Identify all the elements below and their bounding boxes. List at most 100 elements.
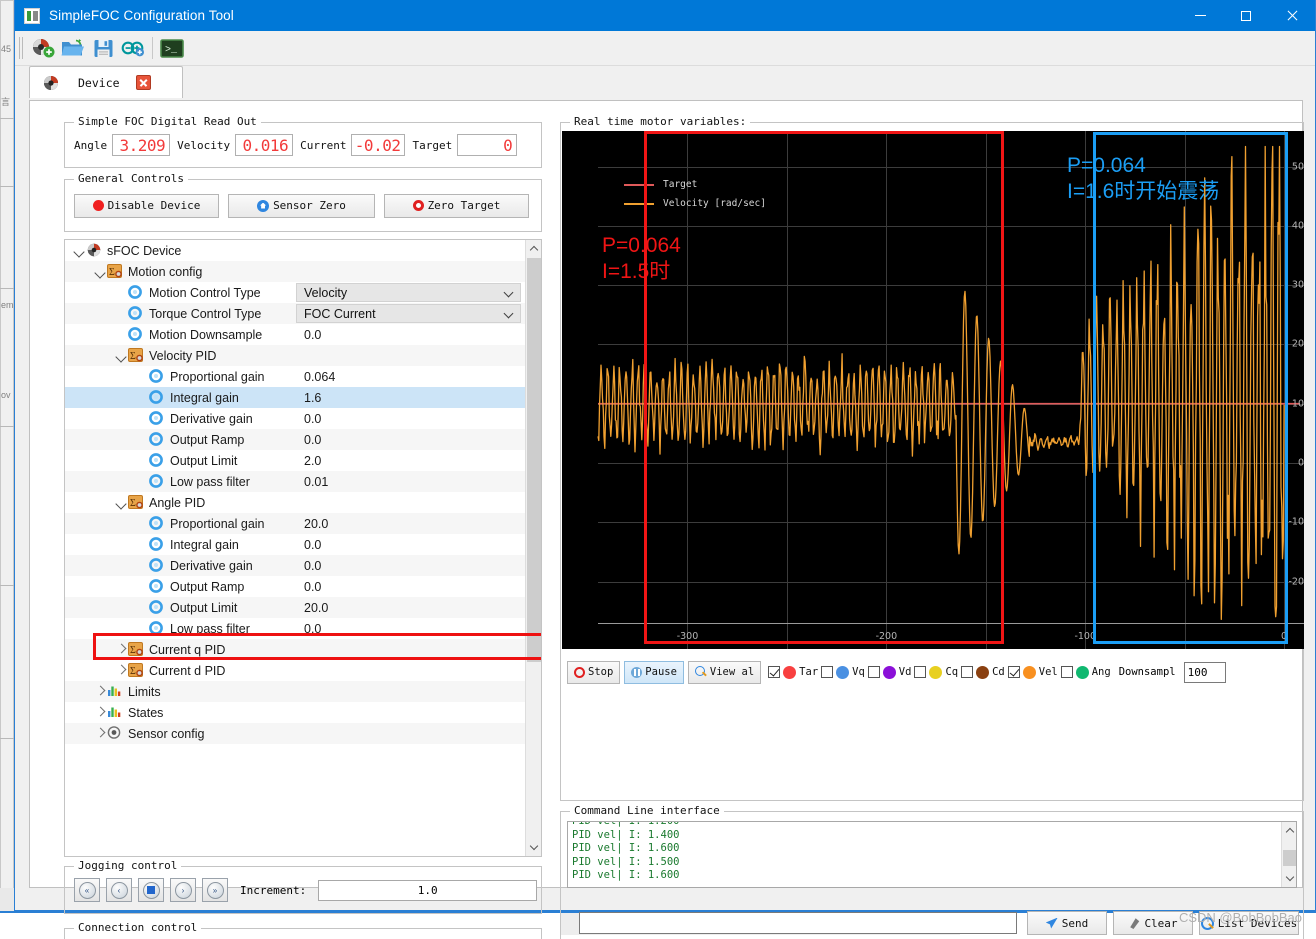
- chevron-right-icon[interactable]: [115, 664, 128, 677]
- checkbox-tar[interactable]: [768, 666, 781, 678]
- signal-toggle-vel[interactable]: Vel: [1007, 665, 1058, 679]
- tab-close-icon[interactable]: [135, 75, 151, 90]
- tree-node-motion-config[interactable]: Σ Motion config: [65, 261, 526, 282]
- view-all-button[interactable]: View al: [687, 660, 762, 684]
- tree-node-value[interactable]: 0.0: [304, 580, 321, 594]
- add-device-icon[interactable]: [28, 33, 58, 63]
- scroll-up-icon[interactable]: [526, 240, 541, 257]
- checkbox-vd[interactable]: [867, 666, 880, 678]
- cli-scroll-thumb[interactable]: [1283, 850, 1296, 866]
- zero-target-button[interactable]: Zero Target: [384, 193, 529, 218]
- tree-node-value[interactable]: 0.01: [304, 475, 328, 489]
- sensor-zero-button[interactable]: Sensor Zero: [228, 193, 375, 218]
- realtime-chart[interactable]: 50 40 30 20 10 0 -10 -20 -300 -200 -100 0 Target V…: [562, 131, 1304, 649]
- tree-node-torque-control-type[interactable]: Torque Control Type FOC Current: [65, 303, 526, 324]
- send-button[interactable]: Send: [1027, 911, 1107, 935]
- tree-node-derivative-gain[interactable]: Derivative gain 0.0: [65, 555, 526, 576]
- signal-toggle-vq[interactable]: Vq: [821, 665, 865, 679]
- tree-node-value[interactable]: 20.0: [304, 517, 328, 531]
- cli-scrollbar[interactable]: [1281, 822, 1296, 887]
- checkbox-cd[interactable]: [961, 666, 974, 678]
- pause-button[interactable]: Pause: [624, 660, 684, 684]
- signal-toggle-ang[interactable]: Ang: [1060, 665, 1111, 679]
- tree-node-proportional-gain[interactable]: Proportional gain 0.064: [65, 366, 526, 387]
- jog-stop-button[interactable]: [138, 878, 164, 902]
- tree-node-motion-downsample[interactable]: Motion Downsample 0.0: [65, 324, 526, 345]
- jog-back-button[interactable]: ‹: [106, 878, 132, 902]
- cli-scroll-down-icon[interactable]: [1282, 870, 1296, 887]
- signal-toggle-vd[interactable]: Vd: [867, 665, 911, 679]
- tree-node-output-ramp[interactable]: Output Ramp 0.0: [65, 429, 526, 450]
- save-file-icon[interactable]: [88, 33, 118, 63]
- stop-button[interactable]: Stop: [567, 660, 621, 684]
- open-file-icon[interactable]: [58, 33, 88, 63]
- signal-toggle-cq[interactable]: Cq: [914, 665, 958, 679]
- tree-node-motion-control-type[interactable]: Motion Control Type Velocity: [65, 282, 526, 303]
- chevron-right-icon[interactable]: [115, 643, 128, 656]
- tree-node-dropdown[interactable]: FOC Current: [296, 304, 521, 323]
- jog-forward-button[interactable]: ›: [170, 878, 196, 902]
- jog-fast-back-button[interactable]: «: [74, 878, 100, 902]
- config-tree[interactable]: sFOC Device Σ Motion config Motion Control …: [64, 239, 542, 857]
- tree-node-value[interactable]: 20.0: [304, 601, 328, 615]
- minimize-button[interactable]: [1177, 0, 1223, 31]
- terminal-icon[interactable]: >_: [157, 33, 187, 63]
- tab-device[interactable]: Device: [29, 66, 183, 98]
- tree-node-value[interactable]: 0.0: [304, 622, 321, 636]
- chevron-right-icon[interactable]: [94, 685, 107, 698]
- checkbox-vel[interactable]: [1007, 666, 1020, 678]
- increment-input[interactable]: 1.0: [318, 879, 538, 901]
- tree-node-output-ramp[interactable]: Output Ramp 0.0: [65, 576, 526, 597]
- chevron-down-icon[interactable]: [115, 349, 128, 362]
- tree-node-value[interactable]: 2.0: [304, 454, 321, 468]
- checkbox-ang[interactable]: [1060, 666, 1073, 678]
- tree-node-output-limit[interactable]: Output Limit 20.0: [65, 597, 526, 618]
- downsample-input[interactable]: 100: [1183, 661, 1226, 683]
- tree-node-low-pass-filter[interactable]: Low pass filter 0.0: [65, 618, 526, 639]
- tree-node-value[interactable]: 0.0: [304, 433, 321, 447]
- chevron-down-icon[interactable]: [73, 244, 86, 257]
- tree-node-proportional-gain[interactable]: Proportional gain 20.0: [65, 513, 526, 534]
- cli-scroll-up-icon[interactable]: [1282, 822, 1296, 839]
- jog-fast-forward-button[interactable]: »: [202, 878, 228, 902]
- tree-node-dropdown[interactable]: Velocity: [296, 283, 521, 302]
- tree-node-value[interactable]: 0.0: [304, 328, 321, 342]
- chevron-down-icon[interactable]: [115, 496, 128, 509]
- tree-node-value[interactable]: 0.0: [304, 412, 321, 426]
- tree-node-value[interactable]: 0.0: [304, 538, 321, 552]
- tree-node-integral-gain[interactable]: Integral gain 0.0: [65, 534, 526, 555]
- checkbox-cq[interactable]: [914, 666, 927, 678]
- tree-scroll-thumb[interactable]: [527, 258, 541, 662]
- signal-toggle-cd[interactable]: Cd: [961, 665, 1005, 679]
- tree-node-value[interactable]: 1.6: [304, 391, 321, 405]
- close-button[interactable]: [1269, 0, 1315, 31]
- tree-node-limits[interactable]: Limits: [65, 681, 526, 702]
- disable-device-button[interactable]: Disable Device: [74, 193, 219, 218]
- tree-node-output-limit[interactable]: Output Limit 2.0: [65, 450, 526, 471]
- tree-node-current-q-pid[interactable]: Σ Current q PID: [65, 639, 526, 660]
- cli-output[interactable]: PID vel| I: 1.200 PID vel| I: 1.400 PID ve…: [567, 821, 1297, 888]
- tree-node-value[interactable]: 0.0: [304, 559, 321, 573]
- scroll-down-icon[interactable]: [526, 839, 541, 856]
- tree-node-current-d-pid[interactable]: Σ Current d PID: [65, 660, 526, 681]
- tree-node-integral-gain[interactable]: Integral gain 1.6: [65, 387, 526, 408]
- cli-input[interactable]: [579, 912, 1017, 934]
- tree-node-value[interactable]: 0.064: [304, 370, 335, 384]
- tree-node-sensor-config[interactable]: Sensor config: [65, 723, 526, 744]
- chevron-right-icon[interactable]: [94, 727, 107, 740]
- target-value[interactable]: 0: [457, 134, 518, 156]
- tree-node-sfoc-device[interactable]: sFOC Device: [65, 240, 526, 261]
- tree-node-angle-pid[interactable]: Σ Angle PID: [65, 492, 526, 513]
- maximize-button[interactable]: [1223, 0, 1269, 31]
- chevron-right-icon[interactable]: [94, 706, 107, 719]
- chevron-down-icon[interactable]: [94, 265, 107, 278]
- tree-node-low-pass-filter[interactable]: Low pass filter 0.01: [65, 471, 526, 492]
- tree-node-states[interactable]: States: [65, 702, 526, 723]
- tree-node-velocity-pid[interactable]: Σ Velocity PID: [65, 345, 526, 366]
- tree-node-derivative-gain[interactable]: Derivative gain 0.0: [65, 408, 526, 429]
- toolbar-grip[interactable]: [19, 37, 25, 59]
- arduino-icon[interactable]: [118, 33, 148, 63]
- signal-toggle-tar[interactable]: Tar: [768, 665, 818, 679]
- tree-scrollbar[interactable]: [525, 240, 541, 856]
- checkbox-vq[interactable]: [821, 666, 834, 678]
